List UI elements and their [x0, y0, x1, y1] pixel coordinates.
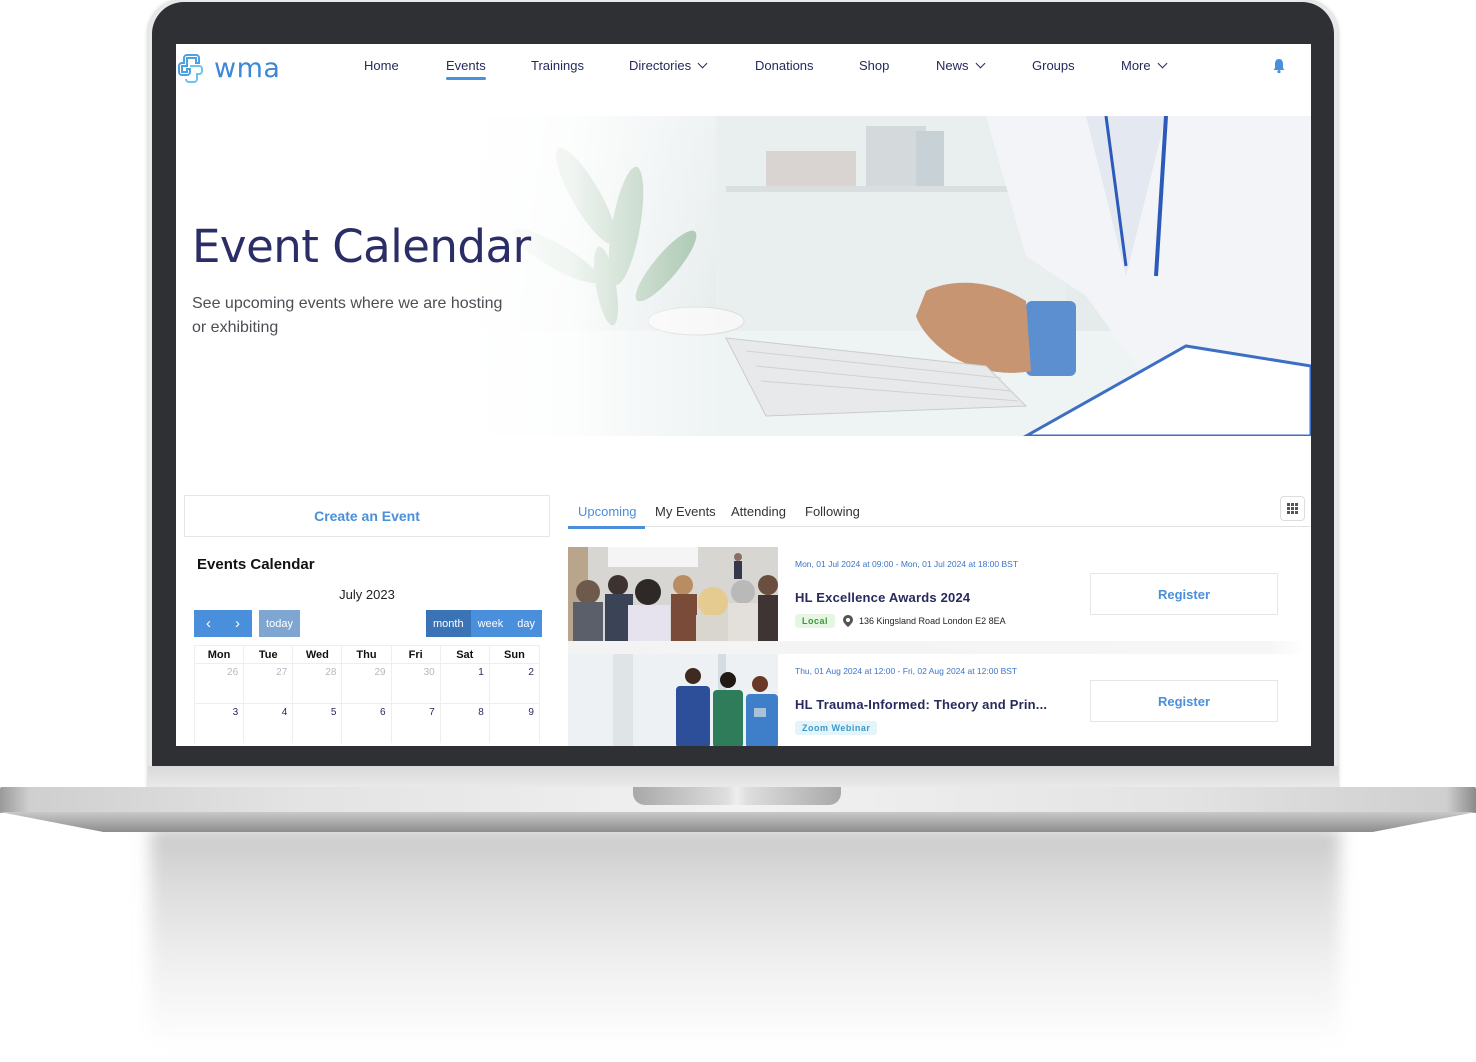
- create-event-button[interactable]: Create an Event: [184, 495, 550, 537]
- event-separator: [568, 641, 1306, 654]
- weekday-label: Sun: [504, 649, 525, 661]
- prev-month-button[interactable]: ‹: [194, 610, 223, 637]
- nav-item-label: Home: [364, 58, 399, 73]
- nav-item-label: Directories: [629, 58, 692, 73]
- calendar-nav: ‹ ›: [194, 610, 252, 637]
- calendar-grid: Mon Tue Wed Thu Fri Sat Sun 26 27 28 29 30 1 2…: [194, 645, 540, 743]
- event-title[interactable]: HL Trauma-Informed: Theory and Prin...: [795, 697, 1047, 712]
- laptop-shadow: [150, 828, 1340, 1048]
- event-location-text: 136 Kingsland Road London E2 8EA: [859, 616, 1006, 626]
- nav-item-donations[interactable]: Donations: [755, 58, 814, 73]
- event-title[interactable]: HL Excellence Awards 2024: [795, 590, 970, 605]
- nav-item-more[interactable]: More: [1121, 58, 1168, 73]
- logo-cross-icon: [178, 54, 203, 83]
- calendar-day-cell[interactable]: 4: [244, 704, 294, 743]
- calendar-month-label: July 2023: [339, 587, 395, 602]
- chevron-down-icon: [975, 58, 985, 69]
- chevron-down-icon: [697, 58, 708, 69]
- tab-attending[interactable]: Attending: [731, 504, 786, 519]
- calendar-day-cell[interactable]: 3: [195, 704, 245, 743]
- nav-item-label: Trainings: [531, 58, 584, 73]
- chevron-down-icon: [1157, 58, 1168, 69]
- today-button[interactable]: today: [259, 610, 300, 637]
- hero-image-fade: [466, 116, 726, 436]
- view-day-button[interactable]: day: [510, 610, 543, 637]
- calendar-weeks: 26 27 28 29 30 1 2 3 4 5 6 7 8 9: [194, 663, 540, 743]
- register-button[interactable]: Register: [1090, 680, 1278, 722]
- calendar-day-cell[interactable]: 7: [392, 704, 441, 743]
- calendar-day-cell[interactable]: 26: [195, 664, 245, 703]
- event-date-range: Thu, 01 Aug 2024 at 12:00 - Fri, 02 Aug …: [795, 666, 1018, 676]
- event-location: 136 Kingsland Road London E2 8EA: [843, 615, 1006, 627]
- page-title: Event Calendar: [192, 220, 531, 273]
- event-card[interactable]: Thu, 01 Aug 2024 at 12:00 - Fri, 02 Aug …: [568, 654, 1306, 746]
- calendar-day-cell[interactable]: 9: [490, 704, 539, 743]
- chevron-right-icon: ›: [235, 615, 240, 632]
- event-image-conference-audience: [568, 547, 778, 641]
- calendar-day-cell[interactable]: 5: [293, 704, 343, 743]
- notifications-button[interactable]: [1272, 58, 1286, 79]
- logo[interactable]: wma: [176, 52, 280, 84]
- nav-item-label: Groups: [1032, 58, 1075, 73]
- nav-item-home[interactable]: Home: [364, 58, 399, 73]
- calendar-day-cell[interactable]: 1: [441, 664, 490, 703]
- nav-item-label: Shop: [859, 58, 890, 73]
- register-button[interactable]: Register: [1090, 573, 1278, 615]
- weekday-label: Thu: [342, 646, 392, 664]
- nav-item-label: Events: [446, 58, 486, 73]
- calendar-weekday-header: Mon Tue Wed Thu Fri Sat Sun: [194, 645, 540, 664]
- calendar-day-cell[interactable]: 28: [293, 664, 343, 703]
- weekday-label: Wed: [293, 646, 343, 664]
- events-tabs: Upcoming My Events Attending Following: [568, 496, 1310, 529]
- event-type-badge: Zoom Webinar: [795, 721, 878, 735]
- calendar-day-cell[interactable]: 2: [490, 664, 539, 703]
- bell-icon: [1273, 59, 1285, 74]
- calendar-day-cell[interactable]: 6: [342, 704, 392, 743]
- grid-view-toggle[interactable]: [1280, 496, 1305, 521]
- logo-text: wma: [214, 52, 281, 84]
- laptop-notch: [633, 787, 841, 805]
- chevron-left-icon: ‹: [206, 615, 211, 632]
- hero-banner: Event Calendar See upcoming events where…: [176, 116, 1311, 436]
- page-subtitle: See upcoming events where we are hosting…: [192, 295, 503, 336]
- event-tags: Local 136 Kingsland Road London E2 8EA: [795, 614, 1006, 628]
- weekday-label: Tue: [244, 646, 294, 664]
- grid-icon: [1287, 503, 1298, 514]
- nav-item-directories[interactable]: Directories: [629, 58, 708, 73]
- nav-item-label: News: [936, 58, 969, 73]
- screen: wma Home Events Trainings Directories Do…: [176, 44, 1311, 746]
- nav-item-label: More: [1121, 58, 1151, 73]
- nav-item-shop[interactable]: Shop: [859, 58, 889, 73]
- calendar-view-switcher: month week day: [426, 610, 543, 637]
- tab-upcoming[interactable]: Upcoming: [568, 504, 645, 529]
- calendar-day-cell[interactable]: 30: [392, 664, 441, 703]
- nav-item-trainings[interactable]: Trainings: [531, 58, 584, 73]
- view-week-button[interactable]: week: [470, 610, 511, 637]
- event-type-badge: Local: [795, 614, 836, 628]
- tab-my-events[interactable]: My Events: [655, 504, 716, 519]
- event-date-range: Mon, 01 Jul 2024 at 09:00 - Mon, 01 Jul …: [795, 559, 1019, 569]
- calendar-title: Events Calendar: [197, 556, 315, 573]
- weekday-label: Sat: [441, 646, 490, 664]
- calendar-week-row: 26 27 28 29 30 1 2: [194, 663, 540, 703]
- calendar-day-cell[interactable]: 27: [244, 664, 294, 703]
- nav-item-news[interactable]: News: [936, 58, 985, 73]
- nav-item-groups[interactable]: Groups: [1032, 58, 1075, 73]
- top-nav: wma Home Events Trainings Directories Do…: [176, 44, 1311, 116]
- tab-following[interactable]: Following: [805, 504, 860, 519]
- next-month-button[interactable]: ›: [223, 610, 252, 637]
- view-month-button[interactable]: month: [426, 610, 471, 637]
- nav-item-events[interactable]: Events: [446, 58, 486, 80]
- event-card[interactable]: Mon, 01 Jul 2024 at 09:00 - Mon, 01 Jul …: [568, 547, 1306, 641]
- calendar-week-row: 3456789: [194, 703, 540, 743]
- calendar-day-cell[interactable]: 8: [441, 704, 490, 743]
- calendar-day-cell[interactable]: 29: [342, 664, 392, 703]
- event-tags: Zoom Webinar: [795, 721, 878, 735]
- laptop-base-bottom: [0, 812, 1476, 832]
- location-pin-icon: [843, 615, 854, 627]
- nav-item-label: Donations: [755, 58, 814, 73]
- weekday-label: Fri: [392, 646, 441, 664]
- event-image-medical-staff: [568, 654, 778, 746]
- weekday-label: Mon: [195, 646, 245, 664]
